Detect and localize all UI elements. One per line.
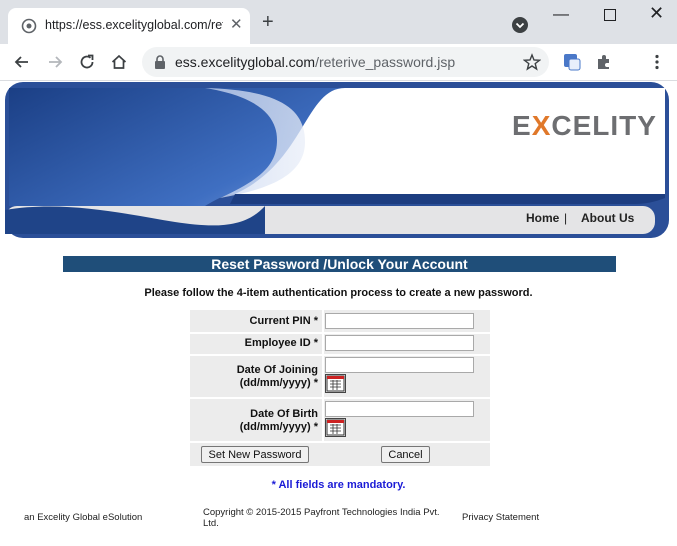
nav-home-link[interactable]: Home [526,211,559,225]
date-of-birth-input[interactable] [325,401,474,417]
footer-brand: an Excelity Global eSolution [24,512,143,523]
nav-about-link[interactable]: About Us [581,211,634,225]
extensions-puzzle-icon[interactable] [595,53,613,71]
new-tab-button[interactable]: + [262,12,274,32]
date-of-joining-input[interactable] [325,357,474,373]
tab-search-icon[interactable] [511,16,529,34]
more-menu-icon[interactable] [648,53,666,71]
url-text[interactable]: ess.excelityglobal.com/reterive_password… [175,54,455,70]
excelity-logo: EXCELITY [512,110,657,141]
date-of-joining-label: Date Of Joining (dd/mm/yyyy) * [236,364,318,389]
form-divider [190,332,490,334]
doj-calendar-icon[interactable] [325,374,346,393]
instructions-text: Please follow the 4-item authentication … [144,287,533,299]
set-new-password-button[interactable]: Set New Password [201,446,309,463]
form-column-divider [322,310,324,442]
employee-id-input[interactable] [325,335,474,351]
globe-icon [21,18,37,34]
nav-separator: | [564,211,568,225]
close-tab-icon[interactable]: ✕ [230,17,243,33]
page-title: Reset Password /Unlock Your Account [63,256,616,272]
current-pin-input[interactable] [325,313,474,329]
back-arrow-icon[interactable] [12,52,32,72]
address-bar[interactable]: ess.excelityglobal.com/reterive_password… [142,47,549,77]
privacy-statement-link[interactable]: Privacy Statement [462,512,539,523]
cancel-button[interactable]: Cancel [381,446,430,463]
footer-copyright: Copyright © 2015-2015 Payfront Technolog… [203,507,440,529]
current-pin-label: Current PIN * [249,315,318,327]
forward-arrow-icon[interactable] [45,52,65,72]
maximize-icon[interactable] [604,9,616,21]
form-divider [190,354,490,356]
mandatory-fields-note: * All fields are mandatory. [271,479,406,491]
authentication-form: Current PIN * Employee ID * Date Of Join… [190,310,490,466]
banner-wave-graphic [5,82,669,238]
form-divider [190,441,490,443]
translate-extension-icon[interactable] [562,52,582,72]
window-close-icon[interactable]: ✕ [649,3,664,24]
employee-id-label: Employee ID * [244,337,318,349]
browser-tab[interactable]: https://ess.excelityglobal.com/reterive_… [8,8,250,44]
dob-calendar-icon[interactable] [325,418,346,437]
bookmark-star-icon[interactable] [523,53,541,71]
form-divider [190,397,490,399]
header-banner [5,82,669,238]
browser-tab-strip: https://ess.excelityglobal.com/reterive_… [0,0,677,44]
minimize-icon[interactable]: — [553,6,569,24]
date-of-birth-label: Date Of Birth (dd/mm/yyyy) * [239,408,318,433]
tab-title: https://ess.excelityglobal.com/reterive_… [45,18,223,32]
reload-icon[interactable] [77,52,97,72]
lock-icon[interactable] [154,55,166,69]
home-icon[interactable] [109,52,129,72]
